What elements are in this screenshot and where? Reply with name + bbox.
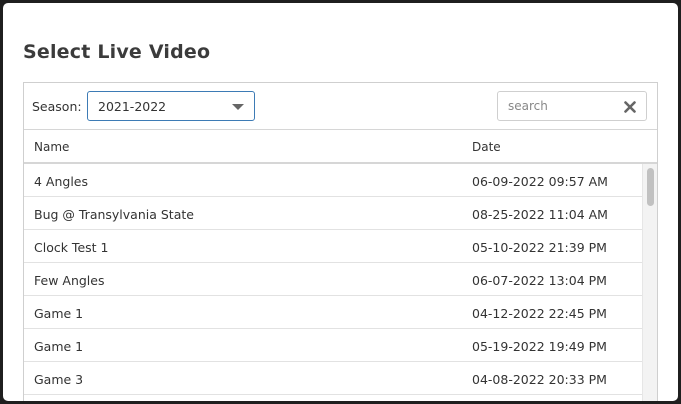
row-date: 05-19-2022 19:49 PM [472, 339, 607, 354]
season-label: Season: [32, 99, 82, 114]
table-row[interactable]: Clock Test 1 05-10-2022 21:39 PM [24, 230, 642, 263]
search-box [497, 91, 647, 121]
scrollbar-thumb[interactable] [647, 168, 654, 206]
row-date: 04-12-2022 22:45 PM [472, 306, 607, 321]
chevron-down-icon [232, 104, 244, 110]
row-name: Game 1 [34, 339, 84, 354]
close-icon[interactable] [623, 99, 637, 113]
row-date: 06-07-2022 13:04 PM [472, 273, 607, 288]
row-date: 04-08-2022 20:33 PM [472, 372, 607, 387]
table-row[interactable]: Game 1 05-19-2022 19:49 PM [24, 329, 642, 362]
row-date: 06-09-2022 09:57 AM [472, 174, 608, 189]
select-live-video-dialog: Select Live Video Season: 2021-2022 Name… [3, 3, 678, 401]
table-scrollbar[interactable] [642, 164, 657, 401]
row-name: Game 3 [34, 372, 84, 387]
table-row[interactable]: 4 Angles 06-09-2022 09:57 AM [24, 164, 642, 197]
table-row[interactable]: Bug @ Transylvania State 08-25-2022 11:0… [24, 197, 642, 230]
row-name: Few Angles [34, 273, 105, 288]
row-date: 08-25-2022 11:04 AM [472, 207, 608, 222]
row-name: 4 Angles [34, 174, 89, 189]
season-selected-value: 2021-2022 [98, 99, 167, 114]
table-row[interactable]: Few Angles 06-07-2022 13:04 PM [24, 263, 642, 296]
table-row[interactable]: Game 3 04-08-2022 20:33 PM [24, 362, 642, 395]
row-name: Clock Test 1 [34, 240, 109, 255]
row-name: Game 1 [34, 306, 84, 321]
video-list-panel: Season: 2021-2022 Name Date 4 A [23, 82, 658, 401]
table-body: 4 Angles 06-09-2022 09:57 AM Bug @ Trans… [24, 164, 657, 401]
search-input[interactable] [499, 93, 624, 119]
column-header-name[interactable]: Name [34, 140, 69, 154]
row-name: Bug @ Transylvania State [34, 207, 194, 222]
row-date: 05-10-2022 21:39 PM [472, 240, 607, 255]
column-header-date[interactable]: Date [472, 140, 501, 154]
table-row[interactable]: Game 1 04-12-2022 22:45 PM [24, 296, 642, 329]
toolbar: Season: 2021-2022 [24, 83, 657, 130]
dialog-title: Select Live Video [23, 41, 211, 63]
table-header: Name Date [24, 130, 657, 164]
season-select[interactable]: 2021-2022 [87, 91, 255, 121]
